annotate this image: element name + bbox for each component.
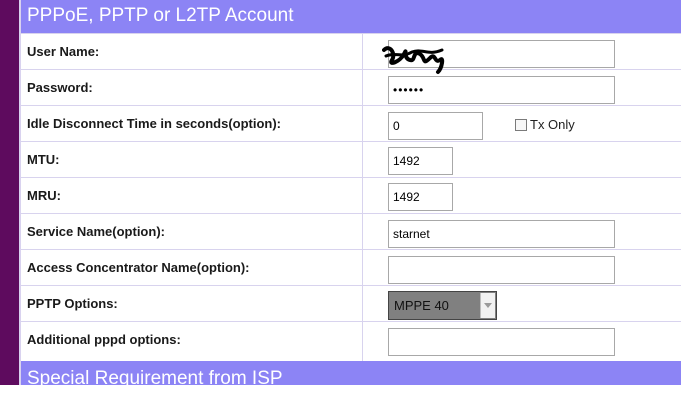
- mru-input[interactable]: [388, 183, 453, 211]
- tx-only-checkbox[interactable]: [515, 119, 527, 131]
- service-name-input[interactable]: [388, 220, 615, 248]
- user-name-input[interactable]: [388, 40, 615, 68]
- idle-disconnect-row: Idle Disconnect Time in seconds(option):…: [21, 105, 681, 141]
- additional-pppd-label: Additional pppd options:: [27, 332, 181, 347]
- mtu-input[interactable]: [388, 147, 453, 175]
- additional-pppd-row: Additional pppd options:: [21, 321, 681, 361]
- pptp-options-label: PPTP Options:: [27, 296, 118, 311]
- mru-label: MRU:: [27, 188, 61, 203]
- service-name-row: Service Name(option):: [21, 213, 681, 249]
- left-sidebar-bar: [0, 0, 19, 385]
- idle-disconnect-input[interactable]: [388, 112, 483, 140]
- account-form: User Name: Password: Idle Disconnect Tim…: [21, 33, 681, 361]
- mtu-label: MTU:: [27, 152, 60, 167]
- chevron-down-icon[interactable]: [480, 293, 495, 318]
- password-row: Password:: [21, 69, 681, 105]
- column-divider: [362, 33, 363, 361]
- account-section-header: PPPoE, PPTP or L2TP Account: [21, 0, 681, 33]
- special-section-title: Special Requirement from ISP: [27, 368, 283, 389]
- password-input[interactable]: [388, 76, 615, 104]
- mtu-row: MTU:: [21, 141, 681, 177]
- tx-only-label: Tx Only: [530, 117, 575, 132]
- access-concentrator-row: Access Concentrator Name(option):: [21, 249, 681, 285]
- pptp-options-value: MPPE 40: [394, 298, 449, 313]
- service-name-label: Service Name(option):: [27, 224, 165, 239]
- password-label: Password:: [27, 80, 93, 95]
- special-section-header: Special Requirement from ISP: [21, 361, 681, 389]
- pptp-options-select[interactable]: MPPE 40: [388, 291, 497, 320]
- account-section-title: PPPoE, PPTP or L2TP Account: [27, 5, 294, 26]
- mru-row: MRU:: [21, 177, 681, 213]
- access-concentrator-input[interactable]: [388, 256, 615, 284]
- user-name-label: User Name:: [27, 44, 100, 59]
- additional-pppd-input[interactable]: [388, 328, 615, 356]
- user-name-row: User Name:: [21, 33, 681, 69]
- idle-disconnect-label: Idle Disconnect Time in seconds(option):: [27, 116, 282, 131]
- pptp-options-row: PPTP Options: MPPE 40: [21, 285, 681, 321]
- access-concentrator-label: Access Concentrator Name(option):: [27, 260, 250, 275]
